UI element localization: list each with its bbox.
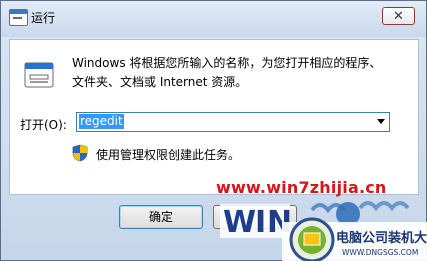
open-combobox[interactable]: regedit bbox=[76, 112, 390, 132]
close-icon: ✕ bbox=[393, 9, 404, 24]
description-line-2: 文件夹、文档或 Internet 资源。 bbox=[72, 75, 248, 89]
open-label: 打开(O): bbox=[20, 118, 67, 132]
cancel-button[interactable] bbox=[213, 205, 297, 229]
close-button[interactable]: ✕ bbox=[382, 7, 415, 25]
description-line-1: Windows 将根据您所输入的名称，为您打开相应的程序、 bbox=[72, 56, 382, 70]
title-bar[interactable]: 运行 ✕ bbox=[1, 1, 426, 37]
run-dialog: 运行 ✕ Windows 将根据您所输入的名称，为您打开相应的程序、 文件夹、文… bbox=[0, 0, 427, 261]
description: Windows 将根据您所输入的名称，为您打开相应的程序、 文件夹、文档或 In… bbox=[72, 54, 412, 92]
uac-shield-icon bbox=[72, 144, 88, 162]
chevron-down-icon[interactable] bbox=[377, 119, 385, 124]
admin-note: 使用管理权限创建此任务。 bbox=[96, 148, 241, 162]
ok-button[interactable]: 确定 bbox=[119, 205, 203, 229]
window-title: 运行 bbox=[31, 11, 56, 25]
run-program-large-icon bbox=[24, 62, 54, 88]
run-program-icon bbox=[9, 9, 28, 26]
open-input[interactable]: regedit bbox=[79, 114, 124, 129]
content-panel: Windows 将根据您所输入的名称，为您打开相应的程序、 文件夹、文档或 In… bbox=[9, 39, 419, 195]
